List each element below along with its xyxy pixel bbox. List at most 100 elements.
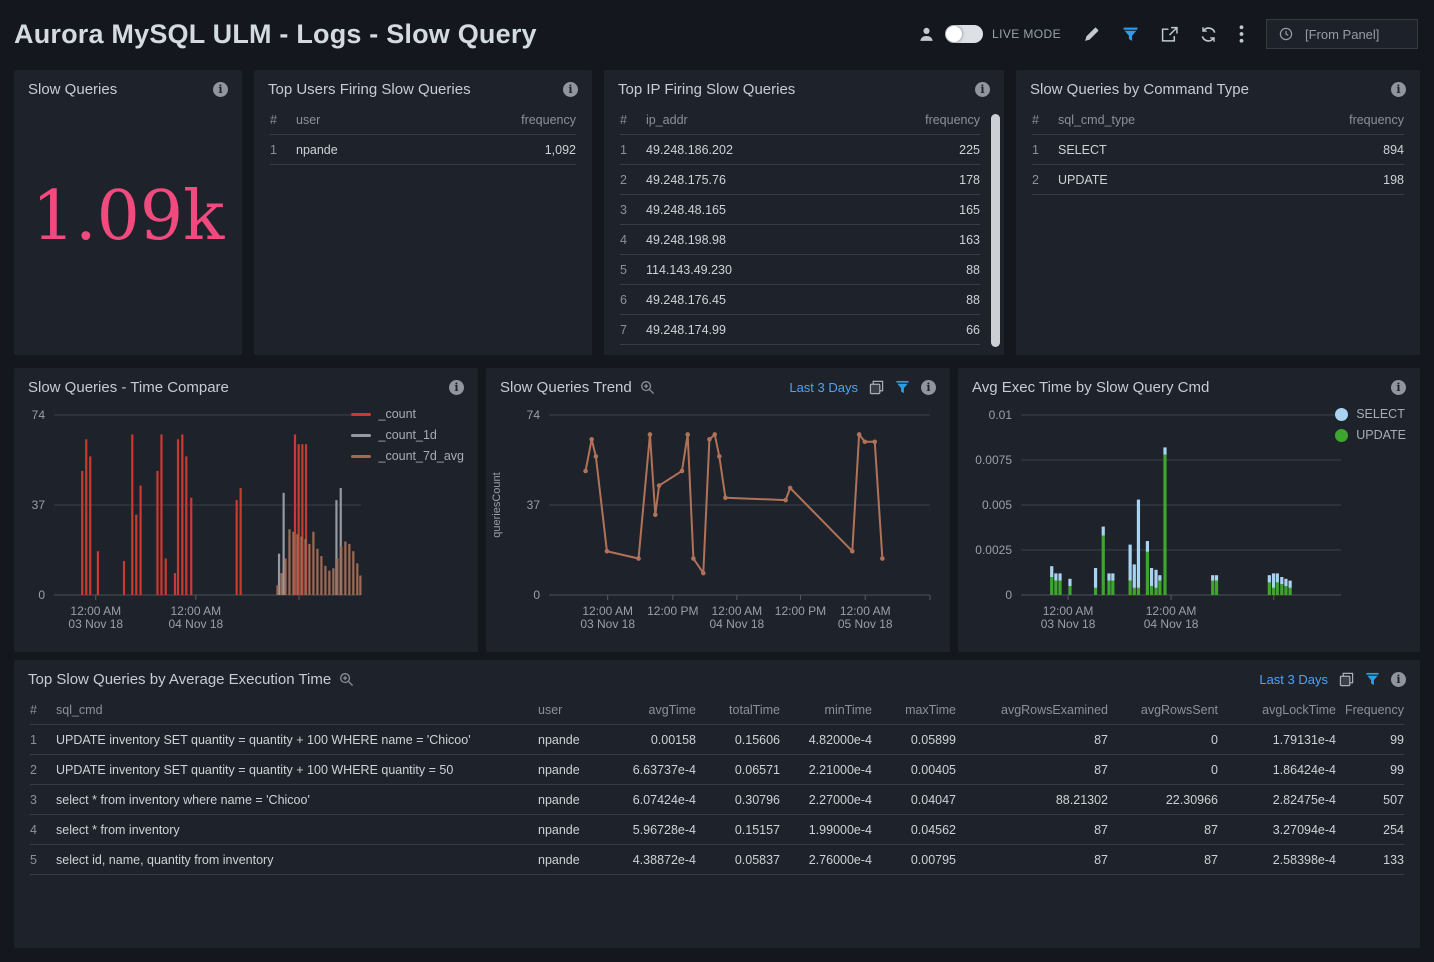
- table-row[interactable]: 3select * from inventory where name = 'C…: [30, 785, 1404, 815]
- vertical-scrollbar[interactable]: [991, 114, 1000, 347]
- legend-marker: [351, 434, 371, 437]
- table-row[interactable]: 449.248.198.98163: [620, 225, 980, 255]
- column-header-frequency[interactable]: frequency: [1349, 113, 1404, 127]
- cell-ip-addr: 49.248.174.99: [646, 323, 966, 337]
- column-header-maxtime[interactable]: maxTime: [872, 703, 956, 717]
- cell-avgrowsexamined: 87: [956, 853, 1108, 867]
- live-mode-label: LIVE MODE: [992, 27, 1061, 41]
- cell-ip-addr: 49.248.176.45: [646, 293, 966, 307]
- info-icon[interactable]: i: [1391, 82, 1406, 97]
- column-header-ip-addr[interactable]: ip_addr: [646, 113, 925, 127]
- column-header-frequency[interactable]: Frequency: [1336, 703, 1404, 717]
- column-header-avgrowsexamined[interactable]: avgRowsExamined: [956, 703, 1108, 717]
- column-header-avgrowssent[interactable]: avgRowsSent: [1108, 703, 1218, 717]
- legend-label: _count_7d_avg: [379, 449, 465, 463]
- trend-chart[interactable]: 7437012:00 AM03 Nov 1812:00 PM12:00 AM04…: [486, 401, 950, 652]
- copy-icon[interactable]: [1339, 672, 1354, 687]
- table-row[interactable]: 649.248.176.4588: [620, 285, 980, 315]
- cell-col: 1: [270, 143, 296, 157]
- table-row[interactable]: 1npande1,092: [270, 135, 576, 165]
- zoom-in-icon[interactable]: [640, 380, 655, 395]
- legend-item-count-1d[interactable]: _count_1d: [351, 428, 465, 442]
- table-row[interactable]: 1SELECT894: [1032, 135, 1404, 165]
- column-header-col[interactable]: #: [30, 703, 56, 717]
- svg-text:queriesCount: queriesCount: [491, 472, 503, 537]
- info-icon[interactable]: i: [213, 82, 228, 97]
- table-row[interactable]: 149.248.186.202225: [620, 135, 980, 165]
- cell-avgtime: 4.38872e-4: [624, 853, 696, 867]
- cell-col: 3: [620, 203, 646, 217]
- svg-text:12:00 AM: 12:00 AM: [840, 604, 891, 618]
- cell-frequency: 178: [959, 173, 980, 187]
- cell-frequency: 198: [1383, 173, 1404, 187]
- cell-col: 4: [30, 823, 56, 837]
- column-header-user[interactable]: user: [296, 113, 521, 127]
- time-range-link[interactable]: Last 3 Days: [1259, 672, 1328, 687]
- cell-col: 5: [620, 263, 646, 277]
- table-row[interactable]: 1UPDATE inventory SET quantity = quantit…: [30, 725, 1404, 755]
- table-row[interactable]: 2UPDATE inventory SET quantity = quantit…: [30, 755, 1404, 785]
- info-icon[interactable]: i: [1391, 380, 1406, 395]
- info-icon[interactable]: i: [1391, 672, 1406, 687]
- column-header-mintime[interactable]: minTime: [780, 703, 872, 717]
- table-header-row: #sql_cmd_typefrequency: [1032, 105, 1404, 135]
- table-row[interactable]: 749.248.174.9966: [620, 315, 980, 345]
- filter-funnel-icon[interactable]: [895, 380, 910, 395]
- zoom-in-icon[interactable]: [339, 672, 354, 687]
- cell-avgrowsexamined: 87: [956, 733, 1108, 747]
- table-row[interactable]: 2UPDATE198: [1032, 165, 1404, 195]
- live-mode-toggle[interactable]: [945, 25, 983, 43]
- legend-item-select[interactable]: SELECT: [1335, 407, 1406, 421]
- cell-avgrowssent: 0: [1108, 733, 1218, 747]
- cell-frequency: 163: [959, 233, 980, 247]
- cell-avglocktime: 2.58398e-4: [1218, 853, 1336, 867]
- legend-label: _count_1d: [379, 428, 437, 442]
- user-icon[interactable]: [918, 26, 935, 43]
- column-header-frequency[interactable]: frequency: [521, 113, 576, 127]
- svg-text:0: 0: [533, 588, 540, 602]
- column-header-avgtime[interactable]: avgTime: [624, 703, 696, 717]
- svg-text:37: 37: [527, 498, 541, 512]
- column-header-sql-cmd[interactable]: sql_cmd: [56, 703, 538, 717]
- table-row[interactable]: 249.248.175.76178: [620, 165, 980, 195]
- panel-title: Top IP Firing Slow Queries: [618, 81, 795, 98]
- svg-text:0: 0: [1005, 588, 1012, 602]
- more-kebab-icon[interactable]: [1239, 25, 1244, 43]
- filter-funnel-icon[interactable]: [1122, 26, 1139, 43]
- column-header-sql-cmd-type[interactable]: sql_cmd_type: [1058, 113, 1349, 127]
- copy-icon[interactable]: [869, 380, 884, 395]
- table-row[interactable]: 349.248.48.165165: [620, 195, 980, 225]
- svg-text:04 Nov 18: 04 Nov 18: [1144, 617, 1199, 631]
- legend-item-count-7d-avg[interactable]: _count_7d_avg: [351, 449, 465, 463]
- info-icon[interactable]: i: [921, 380, 936, 395]
- legend-item-update[interactable]: UPDATE: [1335, 428, 1406, 442]
- column-header-col[interactable]: #: [270, 113, 296, 127]
- filter-funnel-icon[interactable]: [1365, 672, 1380, 687]
- column-header-totaltime[interactable]: totalTime: [696, 703, 780, 717]
- time-range-link[interactable]: Last 3 Days: [789, 380, 858, 395]
- cell-col: 1: [620, 143, 646, 157]
- info-icon[interactable]: i: [975, 82, 990, 97]
- info-icon[interactable]: i: [563, 82, 578, 97]
- svg-text:12:00 AM: 12:00 AM: [170, 604, 221, 618]
- time-range-selector[interactable]: [From Panel]: [1266, 19, 1418, 49]
- table-row[interactable]: 4select * from inventorynpande5.96728e-4…: [30, 815, 1404, 845]
- time-compare-chart[interactable]: 7437012:00 AM03 Nov 1812:00 AM04 Nov 18_…: [14, 401, 478, 652]
- legend-item-count[interactable]: _count: [351, 407, 465, 421]
- column-header-col[interactable]: #: [620, 113, 646, 127]
- panel-avg-exec: Avg Exec Time by Slow Query Cmd i 0.010.…: [958, 368, 1420, 652]
- cell-frequency: 88: [966, 293, 980, 307]
- column-header-col[interactable]: #: [1032, 113, 1058, 127]
- column-header-user[interactable]: user: [538, 703, 624, 717]
- column-header-frequency[interactable]: frequency: [925, 113, 980, 127]
- cell-avgrowssent: 22.30966: [1108, 793, 1218, 807]
- table-row[interactable]: 5select id, name, quantity from inventor…: [30, 845, 1404, 875]
- share-icon[interactable]: [1161, 26, 1178, 43]
- cell-frequency: 894: [1383, 143, 1404, 157]
- table-row[interactable]: 5114.143.49.23088: [620, 255, 980, 285]
- avg-exec-chart[interactable]: 0.010.00750.0050.0025012:00 AM03 Nov 181…: [958, 401, 1420, 652]
- column-header-avglocktime[interactable]: avgLockTime: [1218, 703, 1336, 717]
- edit-pencil-icon[interactable]: [1083, 26, 1100, 43]
- info-icon[interactable]: i: [449, 380, 464, 395]
- refresh-icon[interactable]: [1200, 26, 1217, 43]
